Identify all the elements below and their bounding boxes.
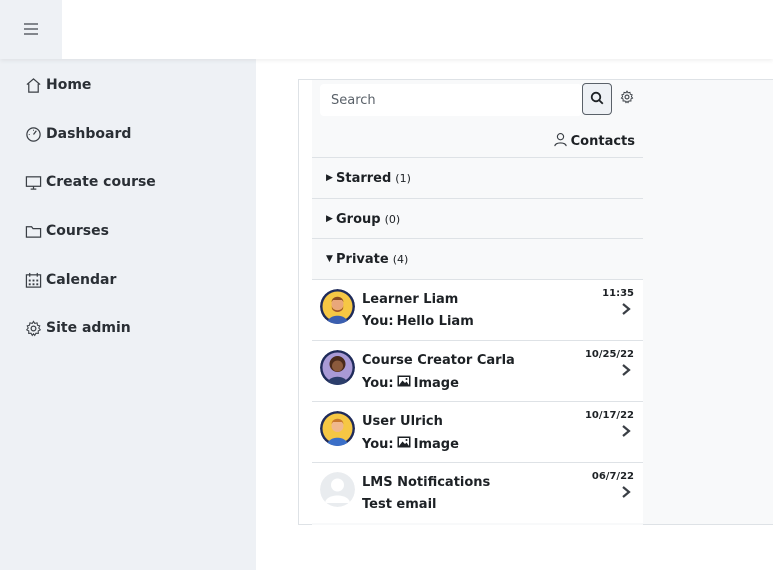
preview-text: Test email xyxy=(362,497,437,512)
section-private[interactable]: ▼ Private (4) xyxy=(312,238,643,279)
image-icon xyxy=(397,436,411,452)
search-wrapper xyxy=(320,84,582,116)
image-icon xyxy=(397,375,411,391)
conversation-time: 06/7/22 xyxy=(591,471,634,482)
conversation-preview: You: Hello Liam xyxy=(362,314,474,329)
caret-down-icon: ▼ xyxy=(326,254,333,264)
message-drawer-panel: Contacts ▶ Starred (1) ▶ Group (0) ▼ Pri… xyxy=(312,80,643,525)
sidebar-item-label: Courses xyxy=(46,223,109,239)
folder-icon xyxy=(24,222,42,240)
monitor-icon xyxy=(24,173,42,191)
section-starred[interactable]: ▶ Starred (1) xyxy=(312,157,643,198)
conversation-item-course-creator-carla[interactable]: Course Creator Carla You: Image 10/25/22 xyxy=(312,340,643,401)
chevron-right-icon xyxy=(622,486,631,498)
preview-text: Image xyxy=(413,436,459,452)
conversation-item-learner-liam[interactable]: Learner Liam You: Hello Liam 11:35 xyxy=(312,279,643,340)
gear-icon xyxy=(24,319,42,337)
conversation-name: User Ulrich xyxy=(362,414,443,429)
conversation-name: LMS Notifications xyxy=(362,475,491,490)
conversation-time: 10/17/22 xyxy=(584,410,634,421)
sidebar-item-label: Home xyxy=(46,77,92,93)
conversation-preview: Test email xyxy=(362,497,436,512)
sidebar-item-create-course[interactable]: Create course xyxy=(24,172,156,192)
sidebar: Home Dashboard Create course Courses Cal… xyxy=(0,59,256,570)
avatar xyxy=(320,289,355,324)
content-area xyxy=(642,79,773,525)
sidebar-item-home[interactable]: Home xyxy=(24,75,91,95)
conversation-time: 10/25/22 xyxy=(584,349,634,360)
conversation-name: Learner Liam xyxy=(362,292,459,307)
sidebar-item-label: Dashboard xyxy=(46,126,132,142)
user-icon xyxy=(553,132,568,151)
search-button[interactable] xyxy=(582,83,612,115)
conversation-time: 11:35 xyxy=(602,288,634,299)
section-label: Group xyxy=(336,211,381,227)
preview-prefix: You: xyxy=(362,375,394,391)
section-count: (4) xyxy=(392,252,409,266)
hamburger-menu-button[interactable] xyxy=(0,0,62,59)
hamburger-icon xyxy=(24,20,38,39)
message-settings-button[interactable] xyxy=(619,89,635,108)
sidebar-item-dashboard[interactable]: Dashboard xyxy=(24,124,131,144)
conversation-item-lms-notifications[interactable]: LMS Notifications Test email 06/7/22 xyxy=(312,462,643,523)
avatar xyxy=(320,411,355,446)
conversation-item-user-ulrich[interactable]: User Ulrich You: Image 10/17/22 xyxy=(312,401,643,462)
search-input[interactable] xyxy=(320,84,582,116)
preview-text: Hello Liam xyxy=(396,314,474,329)
avatar xyxy=(320,472,355,507)
gear-icon xyxy=(620,89,634,108)
sidebar-item-site-admin[interactable]: Site admin xyxy=(24,318,131,338)
sidebar-item-label: Create course xyxy=(46,174,156,190)
conversation-name: Course Creator Carla xyxy=(362,353,515,368)
section-count: (1) xyxy=(395,171,411,185)
top-navbar xyxy=(0,0,773,59)
sidebar-item-courses[interactable]: Courses xyxy=(24,221,109,241)
contacts-link[interactable]: Contacts xyxy=(553,132,635,151)
preview-prefix: You: xyxy=(362,314,394,329)
chevron-right-icon xyxy=(622,425,631,437)
preview-prefix: You: xyxy=(362,436,394,452)
preview-text: Image xyxy=(413,375,459,391)
contacts-label: Contacts xyxy=(570,134,635,149)
conversation-preview: You: Image xyxy=(362,375,459,391)
sidebar-item-label: Calendar xyxy=(46,272,117,288)
sidebar-item-calendar[interactable]: Calendar xyxy=(24,270,116,290)
chevron-right-icon xyxy=(622,364,631,376)
section-label: Private xyxy=(336,251,389,267)
section-label: Starred xyxy=(336,170,392,186)
dashboard-icon xyxy=(24,125,42,143)
avatar xyxy=(320,350,355,385)
home-icon xyxy=(24,76,42,94)
caret-right-icon: ▶ xyxy=(326,214,333,224)
chevron-right-icon xyxy=(622,303,631,315)
caret-right-icon: ▶ xyxy=(326,173,333,183)
section-group[interactable]: ▶ Group (0) xyxy=(312,198,643,239)
section-count: (0) xyxy=(384,212,401,226)
message-drawer: Contacts ▶ Starred (1) ▶ Group (0) ▼ Pri… xyxy=(298,79,643,525)
sidebar-item-label: Site admin xyxy=(46,320,131,336)
calendar-icon xyxy=(24,271,42,289)
conversation-preview: You: Image xyxy=(362,436,459,452)
search-icon xyxy=(590,90,604,109)
